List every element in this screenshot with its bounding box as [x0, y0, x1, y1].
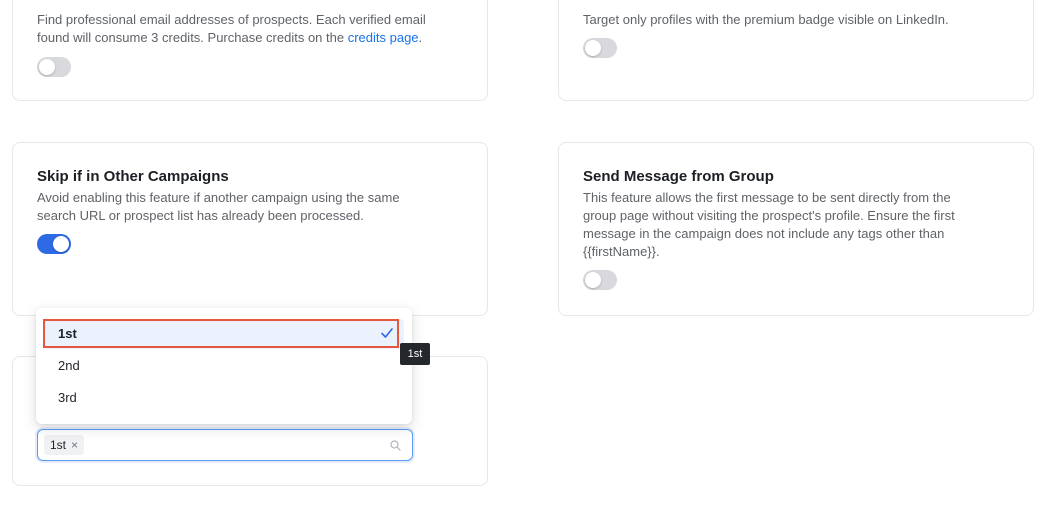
card-skip-desc-line1: Avoid enabling this feature if another c…: [37, 190, 400, 205]
option-tooltip: 1st: [400, 343, 430, 365]
card-premium-desc-line1: Target only profiles with the premium ba…: [583, 12, 949, 27]
dropdown-option-3rd[interactable]: 3rd: [44, 383, 404, 413]
card-skip-other-campaigns: Skip if in Other Campaigns Avoid enablin…: [12, 142, 488, 316]
card-skip-desc-line2: search URL or prospect list has already …: [37, 208, 364, 223]
send-from-group-toggle[interactable]: [583, 270, 617, 290]
card-group-desc-line3: message in the campaign does not include…: [583, 226, 945, 241]
connection-degree-select[interactable]: 1st ×: [37, 429, 413, 461]
selected-tag-label: 1st: [50, 438, 67, 452]
premium-only-toggle[interactable]: [583, 38, 617, 58]
toggle-knob: [585, 272, 601, 288]
credits-page-link[interactable]: credits page: [348, 30, 419, 45]
card-group-description: This feature allows the first message to…: [583, 189, 955, 261]
connection-degree-dropdown: 1st 2nd 3rd: [36, 308, 412, 424]
card-skip-description: Avoid enabling this feature if another c…: [37, 189, 400, 225]
card-find-emails-desc-line2: found will consume 3 credits. Purchase c…: [37, 30, 423, 45]
card-group-desc-line1: This feature allows the first message to…: [583, 190, 951, 205]
toggle-knob: [39, 59, 55, 75]
checkmark-icon: [381, 328, 393, 338]
card-premium-only: Target only profiles with the premium ba…: [558, 0, 1034, 101]
find-emails-toggle[interactable]: [37, 57, 71, 77]
card-send-message-from-group: Send Message from Group This feature all…: [558, 142, 1034, 316]
dropdown-option-label: 1st: [58, 326, 77, 341]
card-find-emails: Find professional email addresses of pro…: [12, 0, 488, 101]
card-find-emails-description: Find professional email addresses of pro…: [37, 11, 426, 47]
toggle-knob: [585, 40, 601, 56]
selected-tag-1st: 1st ×: [44, 435, 85, 455]
dropdown-option-1st[interactable]: 1st: [44, 319, 404, 349]
dropdown-option-label: 3rd: [58, 390, 77, 405]
dropdown-option-label: 2nd: [58, 358, 80, 373]
toggle-knob: [53, 236, 69, 252]
card-group-title: Send Message from Group: [583, 168, 774, 185]
card-skip-title: Skip if in Other Campaigns: [37, 168, 229, 185]
search-icon: [390, 440, 401, 451]
dropdown-option-2nd[interactable]: 2nd: [44, 351, 404, 381]
remove-tag-icon[interactable]: ×: [71, 438, 78, 452]
card-premium-description: Target only profiles with the premium ba…: [583, 11, 949, 29]
card-group-desc-line2: group page without visiting the prospect…: [583, 208, 955, 223]
skip-other-campaigns-toggle[interactable]: [37, 234, 71, 254]
card-group-desc-line4: {{firstName}}.: [583, 244, 660, 259]
card-find-emails-desc-line1: Find professional email addresses of pro…: [37, 12, 426, 27]
